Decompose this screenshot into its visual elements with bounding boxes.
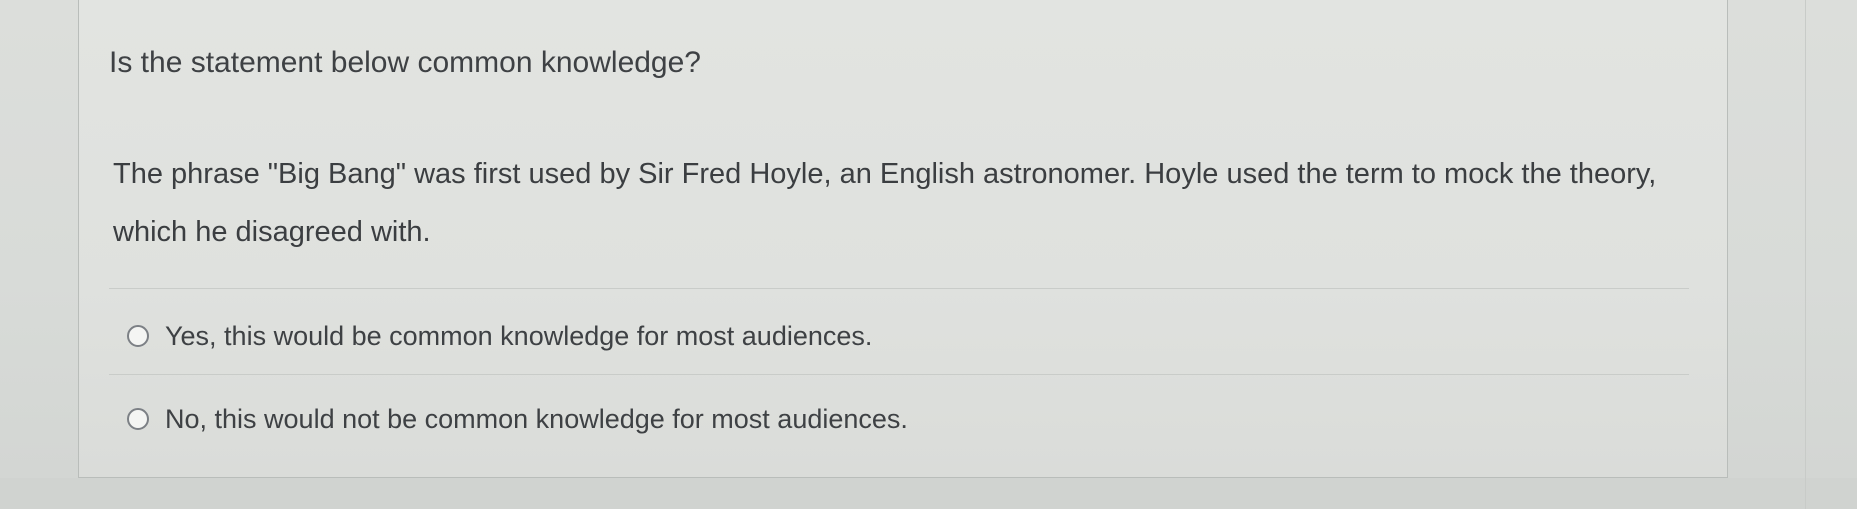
page-bottom-area bbox=[0, 478, 1857, 509]
page-right-edge bbox=[1805, 0, 1806, 509]
question-prompt: Is the statement below common knowledge? bbox=[109, 46, 701, 79]
option-no[interactable]: No, this would not be common knowledge f… bbox=[127, 399, 908, 439]
radio-button-no[interactable] bbox=[127, 408, 149, 430]
question-statement: The phrase "Big Bang" was first used by … bbox=[113, 158, 1657, 248]
question-card: Is the statement below common knowledge?… bbox=[78, 0, 1728, 478]
page-background: Is the statement below common knowledge?… bbox=[0, 0, 1857, 509]
radio-button-yes[interactable] bbox=[127, 325, 149, 347]
option-yes[interactable]: Yes, this would be common knowledge for … bbox=[127, 316, 872, 356]
option-no-label[interactable]: No, this would not be common knowledge f… bbox=[165, 404, 908, 435]
options-divider-top bbox=[109, 288, 1689, 289]
option-yes-label[interactable]: Yes, this would be common knowledge for … bbox=[165, 321, 872, 352]
options-divider-middle bbox=[109, 374, 1689, 375]
